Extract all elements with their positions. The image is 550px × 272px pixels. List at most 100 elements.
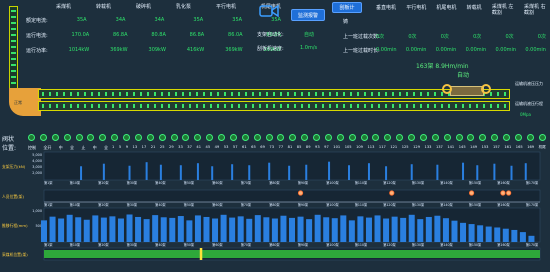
x-axis-label: 第160架 [497, 180, 510, 185]
running-current-label: 运行电流: [26, 33, 48, 39]
valve-node[interactable] [206, 134, 214, 141]
overload-header-3: 机尾电机 [436, 5, 457, 11]
chart-bar [528, 235, 535, 242]
person-marker-icon [389, 190, 395, 196]
rated-current-value: 34A [115, 17, 126, 23]
valve-node[interactable] [431, 134, 439, 141]
chart-bar [135, 216, 142, 242]
valve-node[interactable] [218, 134, 225, 141]
valve-node[interactable] [301, 134, 309, 141]
chart-bar [186, 220, 193, 242]
valve-node[interactable] [538, 134, 546, 141]
valve-node[interactable] [503, 134, 510, 141]
valve-node[interactable] [455, 134, 463, 141]
chart-bar [145, 162, 148, 180]
overload-duration-value: 0.00min [525, 47, 546, 53]
x-axis-label: 第30架 [127, 180, 138, 185]
valve-node[interactable] [514, 134, 522, 141]
valve-node[interactable] [63, 134, 71, 141]
valve-node[interactable] [51, 134, 59, 141]
chart-bar [485, 226, 492, 242]
valve-node[interactable] [28, 134, 35, 141]
chart-bar [374, 215, 381, 242]
valve-node[interactable] [372, 134, 380, 141]
valve-node-row [28, 134, 546, 142]
chart-bar [391, 216, 398, 242]
chart-title: 采煤机位置(架) [2, 252, 28, 257]
chart-bar [143, 219, 150, 242]
valve-node[interactable] [87, 134, 95, 141]
chart-bar [460, 222, 467, 242]
y-tick-label: 5,000 [32, 153, 42, 157]
valve-node[interactable] [348, 134, 356, 141]
valve-node[interactable] [170, 134, 178, 141]
x-axis-label: 第20架 [98, 202, 109, 207]
overload-count-label: 上一班过载次数: [343, 34, 380, 40]
valve-node[interactable] [336, 134, 344, 141]
x-axis-label: 第1架 [44, 242, 53, 247]
valve-node[interactable] [277, 134, 285, 141]
chart-bar [436, 164, 439, 180]
video-camera-icon[interactable] [259, 3, 279, 18]
vertical-conveyor-leds [11, 10, 16, 86]
left-status-text: 正常 [14, 100, 22, 105]
x-axis-label: 第150架 [469, 202, 482, 207]
overload-header-2: 平行电机 [406, 5, 427, 11]
running-current-value: 80.8A [151, 32, 166, 38]
overload-count-value: 0次 [505, 34, 514, 40]
valve-node[interactable] [313, 134, 320, 141]
x-axis-label: 第170架 [526, 180, 539, 185]
overload-duration-value: 0.00min [435, 47, 457, 53]
chart-bar [314, 214, 321, 242]
valve-node[interactable] [265, 134, 273, 141]
valve-node[interactable] [360, 134, 368, 141]
valve-node[interactable] [229, 134, 237, 141]
valve-node[interactable] [194, 134, 202, 141]
shearer-mode-text: 自动 [457, 72, 470, 79]
overload-table: 垂直电机 平行电机 机尾电机 转载机 采煤机 左截割 采煤机 右截割 铸 上一班… [340, 2, 548, 57]
x-axis-label: 第30架 [127, 202, 138, 207]
valve-node[interactable] [111, 134, 119, 141]
valve-status-label: 阀状 [2, 136, 15, 143]
valve-node[interactable] [324, 134, 332, 141]
chart-bar [442, 218, 449, 242]
rated-current-label: 额定电流: [26, 18, 48, 24]
valve-node[interactable] [75, 134, 83, 141]
chart-frame [43, 151, 541, 181]
chart-bar [511, 229, 518, 242]
valve-node[interactable] [526, 134, 534, 141]
valve-node[interactable] [134, 134, 142, 141]
valve-node[interactable] [491, 134, 499, 141]
valve-node[interactable] [396, 134, 404, 141]
x-axis-label: 第10架 [70, 202, 81, 207]
monitor-alarm-button[interactable]: 监测报警 [291, 9, 325, 21]
valve-node[interactable] [384, 134, 392, 141]
valve-node[interactable] [289, 134, 297, 141]
chart-bar [328, 161, 331, 180]
x-axis-label: 第160架 [497, 202, 510, 207]
chart-bar [271, 218, 278, 242]
valve-node[interactable] [253, 134, 261, 141]
valve-node[interactable] [39, 134, 47, 141]
x-axis-label: 第160架 [497, 242, 510, 247]
valve-node[interactable] [479, 134, 487, 141]
chart-bar [169, 217, 176, 242]
chart-bar [524, 163, 527, 180]
valve-node[interactable] [146, 134, 154, 141]
valve-node[interactable] [443, 134, 451, 141]
overload-header-4: 转载机 [466, 5, 482, 11]
valve-node[interactable] [467, 134, 475, 141]
valve-node[interactable] [123, 134, 130, 141]
valve-node[interactable] [158, 134, 166, 141]
chart-bar [268, 162, 271, 180]
overload-count-value: 0次 [440, 34, 449, 40]
valve-node[interactable] [419, 134, 427, 141]
overload-count-value: 0次 [537, 34, 546, 40]
chart-bar [280, 215, 287, 242]
hydraulic-pressure-label: 运输机液压压力 [515, 81, 543, 86]
valve-node[interactable] [182, 134, 190, 141]
valve-node[interactable] [408, 134, 415, 141]
y-tick-label: 1,000 [32, 209, 42, 213]
valve-node[interactable] [241, 134, 249, 141]
valve-node[interactable] [99, 134, 107, 141]
